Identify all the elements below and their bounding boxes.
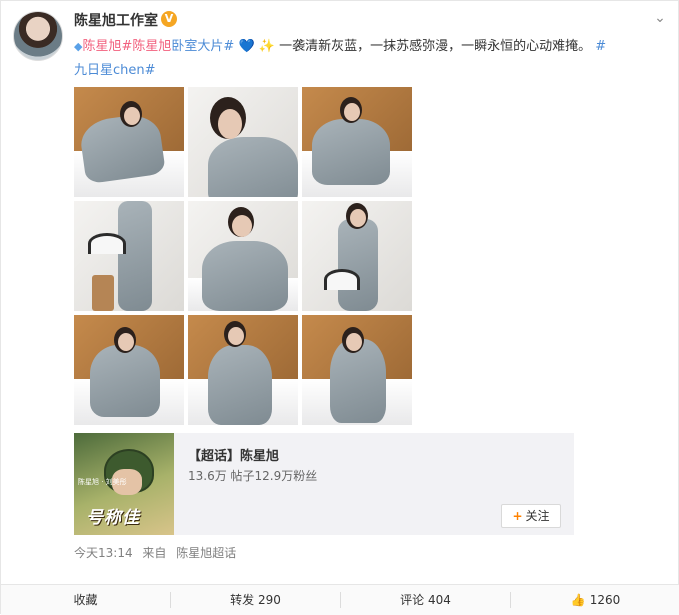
photo-2[interactable] xyxy=(188,87,298,197)
follow-button[interactable]: + 关注 xyxy=(501,504,561,528)
topic-link-jiurixing[interactable]: 九日星chen# xyxy=(74,63,156,78)
topic-link-hash[interactable]: # xyxy=(595,39,606,54)
thumbs-up-icon: 👍 xyxy=(570,593,586,607)
action-bar: 收藏 转发 290 评论 404 👍 1260 xyxy=(1,584,679,615)
topic-link-hashtag[interactable]: #陈星旭 xyxy=(121,39,171,54)
photo-4[interactable] xyxy=(74,201,184,311)
post-source[interactable]: 陈星旭超话 xyxy=(176,546,236,560)
like-button[interactable]: 👍 1260 xyxy=(511,585,679,615)
photo-1[interactable] xyxy=(74,87,184,197)
post-meta: 今天13:14 来自 陈星旭超话 xyxy=(74,544,242,561)
source-prefix: 来自 xyxy=(142,546,167,560)
verified-icon: V xyxy=(161,11,177,27)
cover-subtitle: 陈星旭 · 刘美彤 xyxy=(78,478,127,486)
post-time[interactable]: 今天13:14 xyxy=(74,546,133,560)
follow-label: 关注 xyxy=(525,509,550,523)
sparkle-icon: ✨ xyxy=(258,39,275,54)
post-body: 一袭清新灰蓝，一抹苏感弥漫，一瞬永恒的心动难掩。 xyxy=(274,39,592,54)
weibo-post-card: 陈星旭工作室 V ⌄ ◆陈星旭#陈星旭卧室大片# 💙 ✨ 一袭清新灰蓝，一抹苏感… xyxy=(0,0,679,615)
super-topic-cover[interactable]: 陈星旭 · 刘美彤 号称佳 xyxy=(74,433,174,535)
photo-8[interactable] xyxy=(188,315,298,425)
author-name[interactable]: 陈星旭工作室 xyxy=(74,10,158,30)
super-topic-stats: 13.6万 帖子12.9万粉丝 xyxy=(188,469,318,483)
photo-3[interactable] xyxy=(302,87,412,197)
comment-button[interactable]: 评论 404 xyxy=(341,585,510,615)
like-count: 1260 xyxy=(589,593,621,607)
photo-6[interactable] xyxy=(302,201,412,311)
cover-title: 号称佳 xyxy=(86,508,140,528)
blue-heart-icon: 💙 xyxy=(238,39,255,54)
favorite-button[interactable]: 收藏 xyxy=(1,585,170,615)
photo-7[interactable] xyxy=(74,315,184,425)
plus-icon: + xyxy=(512,509,523,523)
photo-5[interactable] xyxy=(188,201,298,311)
super-topic-title[interactable]: 【超话】陈星旭 xyxy=(188,445,279,464)
photo-grid xyxy=(74,87,412,425)
post-text: ◆陈星旭#陈星旭卧室大片# 💙 ✨ 一袭清新灰蓝，一抹苏感弥漫，一瞬永恒的心动难… xyxy=(74,35,664,83)
topic-link-bedroom[interactable]: 卧室大片# xyxy=(171,39,234,54)
photo-9[interactable] xyxy=(302,315,412,425)
avatar[interactable] xyxy=(13,11,63,61)
repost-button[interactable]: 转发 290 xyxy=(171,585,340,615)
super-topic-card[interactable]: 陈星旭 · 刘美彤 号称佳 【超话】陈星旭 13.6万 帖子12.9万粉丝 + 关… xyxy=(74,433,574,535)
topic-link-name[interactable]: 陈星旭 xyxy=(82,39,121,54)
chevron-down-icon[interactable]: ⌄ xyxy=(651,9,669,27)
